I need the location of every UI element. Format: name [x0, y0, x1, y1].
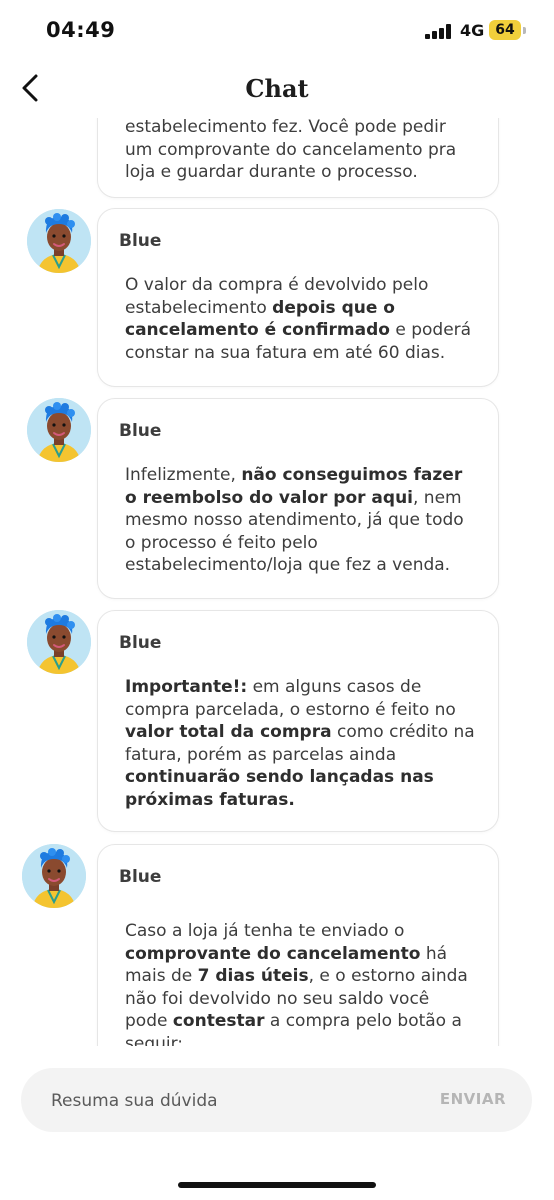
- message-row: estabelecimento fez. Você pode pedir um …: [0, 118, 554, 198]
- chat-messages[interactable]: estabelecimento fez. Você pode pedir um …: [0, 118, 554, 1046]
- cellular-signal-icon: [425, 24, 453, 39]
- message-row: Blue Importante!: em alguns casos de com…: [0, 610, 554, 832]
- avatar: [27, 398, 91, 462]
- avatar-illustration-icon: [22, 844, 86, 908]
- avatar-illustration-icon: [27, 209, 91, 273]
- message-bubble: estabelecimento fez. Você pode pedir um …: [97, 118, 499, 198]
- message-input[interactable]: [49, 1084, 413, 1118]
- status-time: 04:49: [46, 18, 116, 42]
- avatar: [27, 209, 91, 273]
- avatar-illustration-icon: [27, 398, 91, 462]
- network-type: 4G: [460, 21, 485, 40]
- message-row: Blue Infelizmente, não conseguimos fazer…: [0, 398, 554, 600]
- message-sender: Blue: [119, 421, 162, 441]
- send-button[interactable]: ENVIAR: [440, 1090, 506, 1108]
- message-text: Caso a loja já tenha te enviado o compro…: [125, 921, 468, 1046]
- home-indicator: [178, 1182, 376, 1188]
- message-row: Blue Caso a loja já tenha te enviado o c…: [0, 844, 554, 1046]
- message-text: O valor da compra é devolvido pelo estab…: [125, 275, 472, 363]
- message-composer: ENVIAR: [21, 1068, 532, 1132]
- battery-tip: [523, 27, 526, 34]
- message-text: Importante!: em alguns casos de compra p…: [125, 677, 475, 810]
- page-title: Chat: [245, 74, 309, 103]
- message-bubble: Blue Infelizmente, não conseguimos fazer…: [97, 398, 499, 599]
- status-bar: 04:49 4G 64: [0, 0, 554, 60]
- avatar: [27, 610, 91, 674]
- message-sender: Blue: [119, 633, 162, 653]
- message-sender: Blue: [119, 231, 162, 251]
- avatar: [22, 844, 86, 908]
- message-sender: Blue: [119, 867, 162, 887]
- chat-header: Chat: [0, 60, 554, 118]
- avatar-illustration-icon: [27, 610, 91, 674]
- message-bubble: Blue O valor da compra é devolvido pelo …: [97, 208, 499, 387]
- message-text: Infelizmente, não conseguimos fazer o re…: [125, 465, 464, 575]
- message-row: Blue O valor da compra é devolvido pelo …: [0, 208, 554, 388]
- battery-icon: 64: [489, 20, 521, 40]
- message-text: estabelecimento fez. Você pode pedir um …: [125, 118, 457, 182]
- message-bubble: Blue Caso a loja já tenha te enviado o c…: [97, 844, 499, 1046]
- message-bubble: Blue Importante!: em alguns casos de com…: [97, 610, 499, 832]
